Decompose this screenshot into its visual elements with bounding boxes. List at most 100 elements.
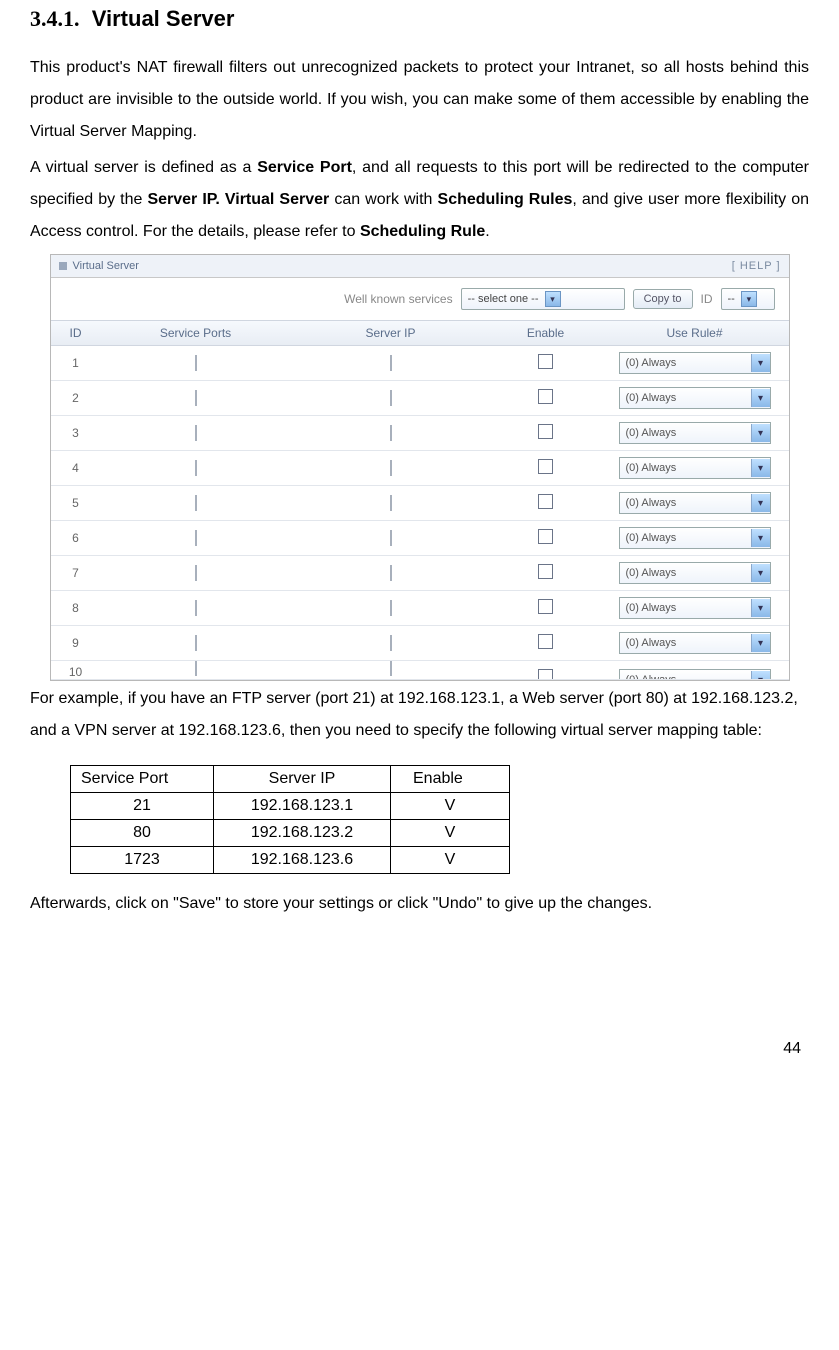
service-port-input[interactable]: [195, 390, 197, 406]
enable-checkbox[interactable]: [538, 459, 553, 474]
table-header-row: Service Port Server IP Enable: [71, 766, 510, 793]
table-row: 80 192.168.123.2 V: [71, 820, 510, 847]
select-value: (0) Always: [620, 674, 751, 680]
server-ip-input[interactable]: [390, 565, 392, 581]
chevron-down-icon: ▾: [751, 354, 770, 372]
chevron-down-icon: ▾: [751, 671, 770, 680]
enable-checkbox[interactable]: [538, 494, 553, 509]
table-row: 5 (0) Always ▾: [51, 486, 789, 521]
heading-number: 3.4.1.: [30, 6, 80, 31]
chevron-down-icon: ▾: [751, 424, 770, 442]
text: .: [485, 223, 489, 240]
server-ip-input[interactable]: [390, 460, 392, 476]
use-rule-select[interactable]: (0) Always ▾: [619, 562, 771, 584]
enable-checkbox[interactable]: [538, 599, 553, 614]
server-ip-input[interactable]: [390, 355, 392, 371]
chevron-down-icon: ▾: [741, 291, 757, 307]
service-port-input[interactable]: [195, 661, 197, 676]
table-row: 6 (0) Always ▾: [51, 521, 789, 556]
paragraph-3: Afterwards, click on "Save" to store you…: [30, 888, 809, 920]
use-rule-select[interactable]: (0) Always ▾: [619, 387, 771, 409]
enable-checkbox[interactable]: [538, 564, 553, 579]
server-ip-input[interactable]: [390, 390, 392, 406]
service-port-input[interactable]: [195, 635, 197, 651]
cell-ip: 192.168.123.2: [214, 820, 391, 847]
server-ip-input[interactable]: [390, 635, 392, 651]
enable-checkbox[interactable]: [538, 389, 553, 404]
chevron-down-icon: ▾: [751, 459, 770, 477]
server-ip-input[interactable]: [390, 661, 392, 676]
use-rule-select[interactable]: (0) Always ▾: [619, 632, 771, 654]
col-server-ip: Server IP: [214, 766, 391, 793]
table-row: 4 (0) Always ▾: [51, 451, 789, 486]
col-server-ip-header: Server IP: [291, 326, 491, 340]
server-ip-input[interactable]: [390, 600, 392, 616]
use-rule-select[interactable]: (0) Always ▾: [619, 457, 771, 479]
cell-port: 80: [71, 820, 214, 847]
panel-header: Virtual Server [ HELP ]: [51, 255, 789, 278]
row-id: 3: [51, 426, 101, 440]
cell-ip: 192.168.123.1: [214, 793, 391, 820]
server-ip-input[interactable]: [390, 530, 392, 546]
section-heading: 3.4.1. Virtual Server: [30, 6, 809, 32]
id-select[interactable]: -- ▾: [721, 288, 775, 310]
service-port-input[interactable]: [195, 530, 197, 546]
service-port-input[interactable]: [195, 355, 197, 371]
select-value: (0) Always: [620, 392, 751, 404]
server-ip-input[interactable]: [390, 425, 392, 441]
copy-to-button[interactable]: Copy to: [633, 289, 693, 309]
row-id: 7: [51, 566, 101, 580]
enable-checkbox[interactable]: [538, 634, 553, 649]
header-icon: [59, 262, 67, 270]
use-rule-select[interactable]: (0) Always ▾: [619, 527, 771, 549]
use-rule-select[interactable]: (0) Always ▾: [619, 597, 771, 619]
table-row: 1 (0) Always ▾: [51, 346, 789, 381]
row-id: 9: [51, 636, 101, 650]
chevron-down-icon: ▾: [751, 494, 770, 512]
col-id-header: ID: [51, 326, 101, 340]
select-value: (0) Always: [620, 532, 751, 544]
use-rule-select[interactable]: (0) Always ▾: [619, 669, 771, 680]
help-link[interactable]: [ HELP ]: [732, 260, 781, 272]
server-ip-input[interactable]: [390, 495, 392, 511]
paragraph-2: For example, if you have an FTP server (…: [30, 683, 809, 747]
cell-enable: V: [391, 820, 510, 847]
table-row: 21 192.168.123.1 V: [71, 793, 510, 820]
enable-checkbox[interactable]: [538, 354, 553, 369]
select-value: --: [728, 293, 735, 305]
service-port-input[interactable]: [195, 425, 197, 441]
use-rule-select[interactable]: (0) Always ▾: [619, 422, 771, 444]
table-row: 9 (0) Always ▾: [51, 626, 789, 661]
enable-checkbox[interactable]: [538, 669, 553, 680]
enable-checkbox[interactable]: [538, 529, 553, 544]
col-enable-header: Enable: [491, 326, 601, 340]
well-known-select[interactable]: -- select one -- ▾: [461, 288, 625, 310]
col-enable: Enable: [391, 766, 510, 793]
enable-checkbox[interactable]: [538, 424, 553, 439]
row-id: 1: [51, 356, 101, 370]
service-port-input[interactable]: [195, 565, 197, 581]
service-port-input[interactable]: [195, 600, 197, 616]
row-id: 8: [51, 601, 101, 615]
text: can work with: [329, 191, 437, 208]
cell-enable: V: [391, 793, 510, 820]
row-id: 5: [51, 496, 101, 510]
text: A virtual server is defined as a: [30, 159, 257, 176]
select-value: (0) Always: [620, 462, 751, 474]
well-known-label: Well known services: [344, 292, 452, 306]
use-rule-select[interactable]: (0) Always ▾: [619, 352, 771, 374]
chevron-down-icon: ▾: [751, 389, 770, 407]
service-port-input[interactable]: [195, 460, 197, 476]
page-number: 44: [30, 1040, 801, 1058]
panel-title: Virtual Server: [73, 260, 139, 272]
cell-enable: V: [391, 847, 510, 874]
cell-ip: 192.168.123.6: [214, 847, 391, 874]
bold-scheduling-rule: Scheduling Rule: [360, 223, 485, 240]
row-id: 10: [51, 661, 101, 679]
table-header-row: ID Service Ports Server IP Enable Use Ru…: [51, 320, 789, 346]
use-rule-select[interactable]: (0) Always ▾: [619, 492, 771, 514]
table-row: 7 (0) Always ▾: [51, 556, 789, 591]
chevron-down-icon: ▾: [751, 599, 770, 617]
service-port-input[interactable]: [195, 495, 197, 511]
row-id: 2: [51, 391, 101, 405]
